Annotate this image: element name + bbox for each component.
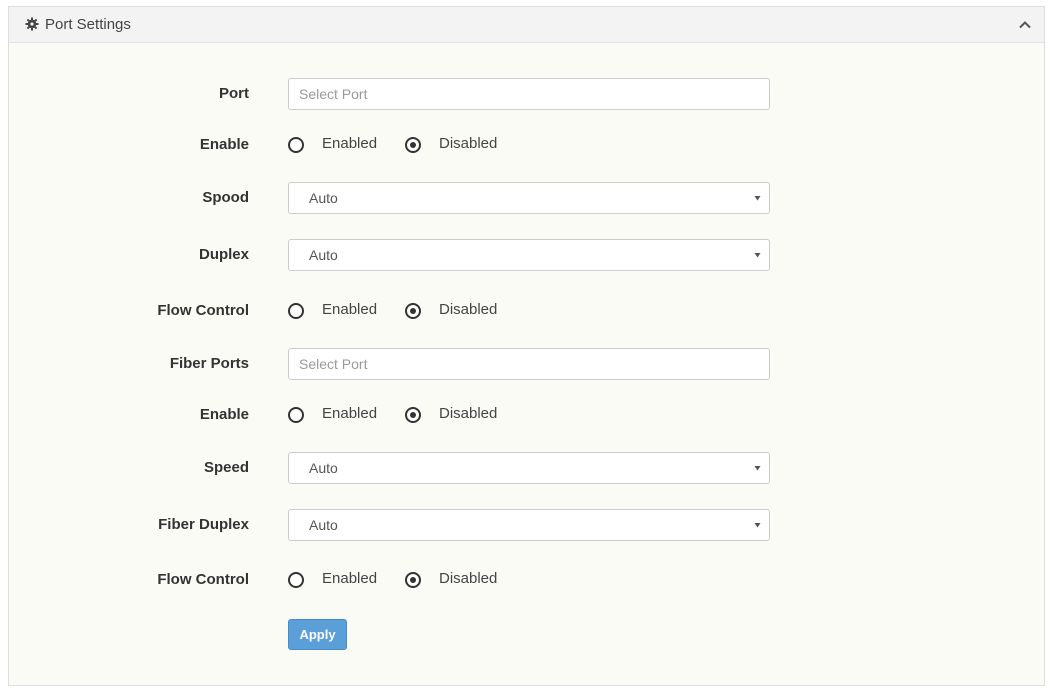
- enable-row: Enable Enabled Disabled: [9, 129, 1044, 161]
- fiber-ports-select-field[interactable]: [288, 348, 770, 380]
- flow-control-row: Flow Control Enabled Disabled: [9, 295, 1044, 327]
- fiber-enable-enabled-label: Enabled: [322, 405, 378, 422]
- fiber-duplex-select-value: Auto: [309, 517, 338, 533]
- panel-header[interactable]: Port Settings: [9, 7, 1044, 43]
- fiber-flow-control-row: Flow Control Enabled Disabled: [9, 564, 1044, 596]
- fiber-ports-row: Fiber Ports: [9, 348, 1044, 380]
- speed-label: Spood: [202, 189, 249, 206]
- enable-label: Enable: [199, 136, 249, 153]
- port-settings-panel: Port Settings Port Enable Enabled Disabl…: [8, 6, 1045, 686]
- speed-select[interactable]: Auto: [288, 182, 770, 214]
- speed-row: Spood Auto: [9, 182, 1044, 214]
- dropdown-arrow-icon: [754, 466, 761, 471]
- fiber-flow-control-disabled-label: Disabled: [439, 570, 498, 587]
- chevron-up-icon[interactable]: [1018, 18, 1032, 32]
- dropdown-arrow-icon: [754, 253, 761, 258]
- radio-checked-icon: [405, 572, 421, 588]
- fiber-flow-control-label: Flow Control: [157, 571, 249, 588]
- duplex-select-value: Auto: [309, 247, 338, 263]
- apply-button[interactable]: Apply: [288, 619, 347, 650]
- gear-icon: [25, 17, 39, 31]
- fiber-speed-select[interactable]: Auto: [288, 452, 770, 484]
- radio-checked-icon: [405, 407, 421, 423]
- radio-unchecked-icon: [288, 303, 304, 319]
- fiber-enable-row: Enable Enabled Disabled: [9, 399, 1044, 431]
- flow-control-enabled-label: Enabled: [322, 301, 378, 318]
- enable-enabled-label: Enabled: [322, 135, 378, 152]
- enable-disabled-label: Disabled: [439, 135, 498, 152]
- flow-control-label: Flow Control: [157, 302, 249, 319]
- fiber-speed-row: Speed Auto: [9, 452, 1044, 484]
- fiber-ports-input[interactable]: [289, 349, 769, 379]
- radio-unchecked-icon: [288, 137, 304, 153]
- fiber-ports-label: Fiber Ports: [169, 355, 249, 372]
- radio-unchecked-icon: [288, 572, 304, 588]
- fiber-flow-control-enabled-label: Enabled: [322, 570, 378, 587]
- fiber-duplex-select[interactable]: Auto: [288, 509, 770, 541]
- port-row: Port: [9, 78, 1044, 110]
- flow-control-disabled-label: Disabled: [439, 301, 498, 318]
- fiber-enable-label: Enable: [199, 406, 249, 423]
- dropdown-arrow-icon: [754, 523, 761, 528]
- fiber-speed-select-value: Auto: [309, 460, 338, 476]
- panel-title: Port Settings: [45, 16, 131, 33]
- duplex-label: Duplex: [198, 246, 249, 263]
- radio-checked-icon: [405, 303, 421, 319]
- duplex-select[interactable]: Auto: [288, 239, 770, 271]
- port-input[interactable]: [289, 79, 769, 109]
- speed-select-value: Auto: [309, 190, 338, 206]
- fiber-enable-disabled-label: Disabled: [439, 405, 498, 422]
- port-select-field[interactable]: [288, 78, 770, 110]
- radio-unchecked-icon: [288, 407, 304, 423]
- port-label: Port: [219, 85, 249, 102]
- fiber-speed-label: Speed: [203, 459, 249, 476]
- duplex-row: Duplex Auto: [9, 239, 1044, 271]
- dropdown-arrow-icon: [754, 196, 761, 201]
- fiber-duplex-label: Fiber Duplex: [158, 516, 249, 533]
- fiber-duplex-row: Fiber Duplex Auto: [9, 509, 1044, 541]
- radio-checked-icon: [405, 137, 421, 153]
